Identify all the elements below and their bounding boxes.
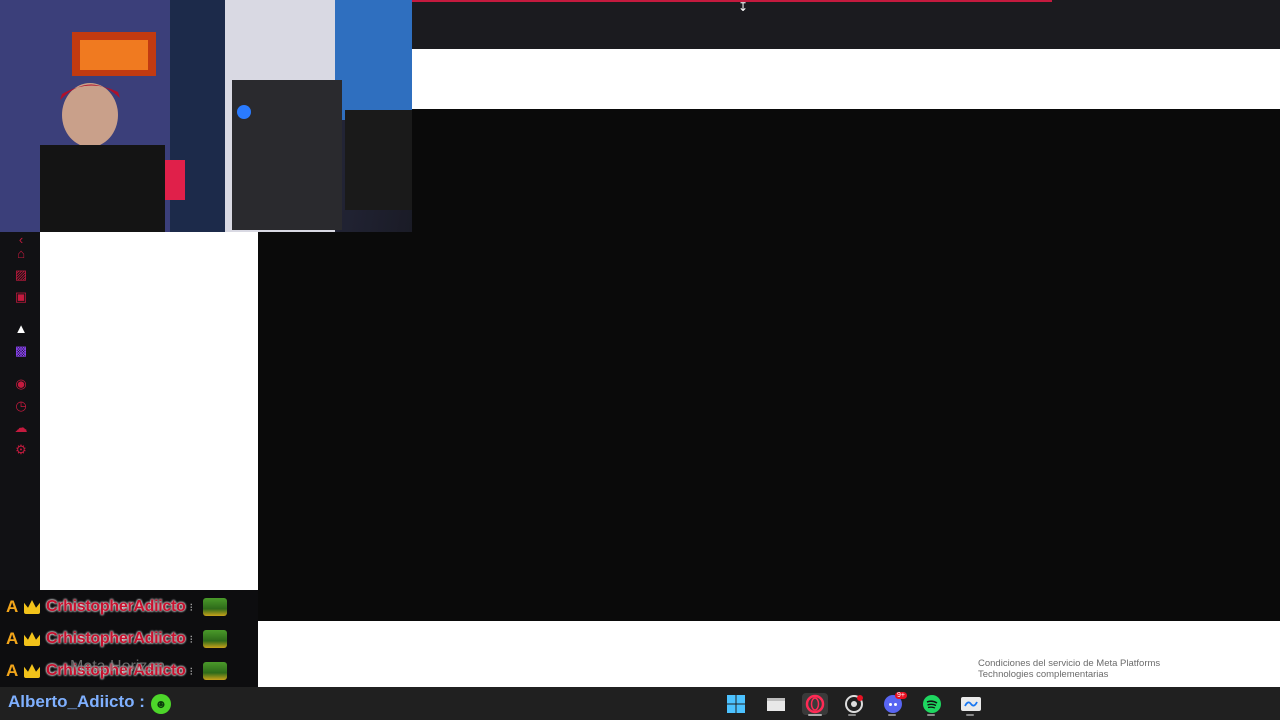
webcam-scene — [0, 0, 412, 232]
meta-icon[interactable] — [960, 693, 982, 715]
chat-message: A CrhistopherAdiicto ⁝ — [6, 595, 227, 619]
mouse-cursor-icon: ↧ — [738, 0, 749, 14]
opera-gx-icon[interactable] — [802, 693, 828, 715]
loading-progress-line — [412, 0, 1052, 2]
running-indicator — [888, 714, 896, 716]
technologies-link[interactable]: Technologies complementarias — [978, 669, 1160, 680]
chrome-icon[interactable] — [843, 693, 865, 715]
chat-message: A CrhistopherAdiicto ⁝ — [6, 627, 227, 651]
crown-badge-icon — [24, 600, 40, 614]
a-badge-icon: A — [6, 597, 19, 616]
page-header-area — [412, 49, 1280, 109]
crown-badge-icon — [24, 664, 40, 678]
chat-separator: ⁝ — [189, 633, 194, 646]
terms-link[interactable]: Condiciones del servicio de Meta Platfor… — [978, 658, 1160, 669]
clock-icon[interactable]: ◷ — [13, 398, 29, 414]
m-icon[interactable]: ▣ — [13, 289, 29, 305]
settings-icon[interactable]: ⚙ — [13, 442, 29, 458]
meta-horizon-label: Meta Horizon — [70, 658, 166, 675]
chat-separator: ⁝ — [189, 601, 194, 614]
taskbar — [0, 687, 1280, 720]
discord-badge: 9+ — [895, 692, 907, 699]
footer-links: Condiciones del servicio de Meta Platfor… — [978, 658, 1160, 680]
brand-icon[interactable]: ▲ — [13, 321, 29, 337]
webcam-overlay — [0, 0, 412, 232]
user-emote-icon: ☻ — [151, 694, 171, 714]
frog-emote-icon — [203, 630, 227, 648]
cloud-icon[interactable]: ☁ — [13, 420, 29, 436]
file-explorer-icon[interactable] — [765, 693, 787, 715]
running-indicator — [966, 714, 974, 716]
stripes-icon[interactable]: ▨ — [13, 267, 29, 283]
running-indicator — [848, 714, 856, 716]
play-icon[interactable]: ◉ — [13, 376, 29, 392]
chat-username: CrhistopherAdiicto — [46, 598, 186, 615]
browser-top-bar — [412, 0, 1280, 49]
running-indicator — [808, 714, 822, 716]
chat-separator: ⁝ — [189, 665, 194, 678]
windows-icon[interactable] — [725, 693, 747, 715]
twitch-icon[interactable]: ▩ — [13, 343, 29, 359]
chat-username: CrhistopherAdiicto — [46, 630, 186, 647]
running-indicator — [927, 714, 935, 716]
a-badge-icon: A — [6, 661, 19, 680]
chat-input-username: Alberto_Adiicto : — [8, 692, 145, 711]
bag-icon[interactable]: ⌂ — [13, 246, 29, 262]
crown-badge-icon — [24, 632, 40, 646]
a-badge-icon: A — [6, 629, 19, 648]
side-panel — [40, 232, 258, 621]
spotify-icon[interactable] — [921, 693, 943, 715]
frog-emote-icon — [203, 662, 227, 680]
frog-emote-icon — [203, 598, 227, 616]
